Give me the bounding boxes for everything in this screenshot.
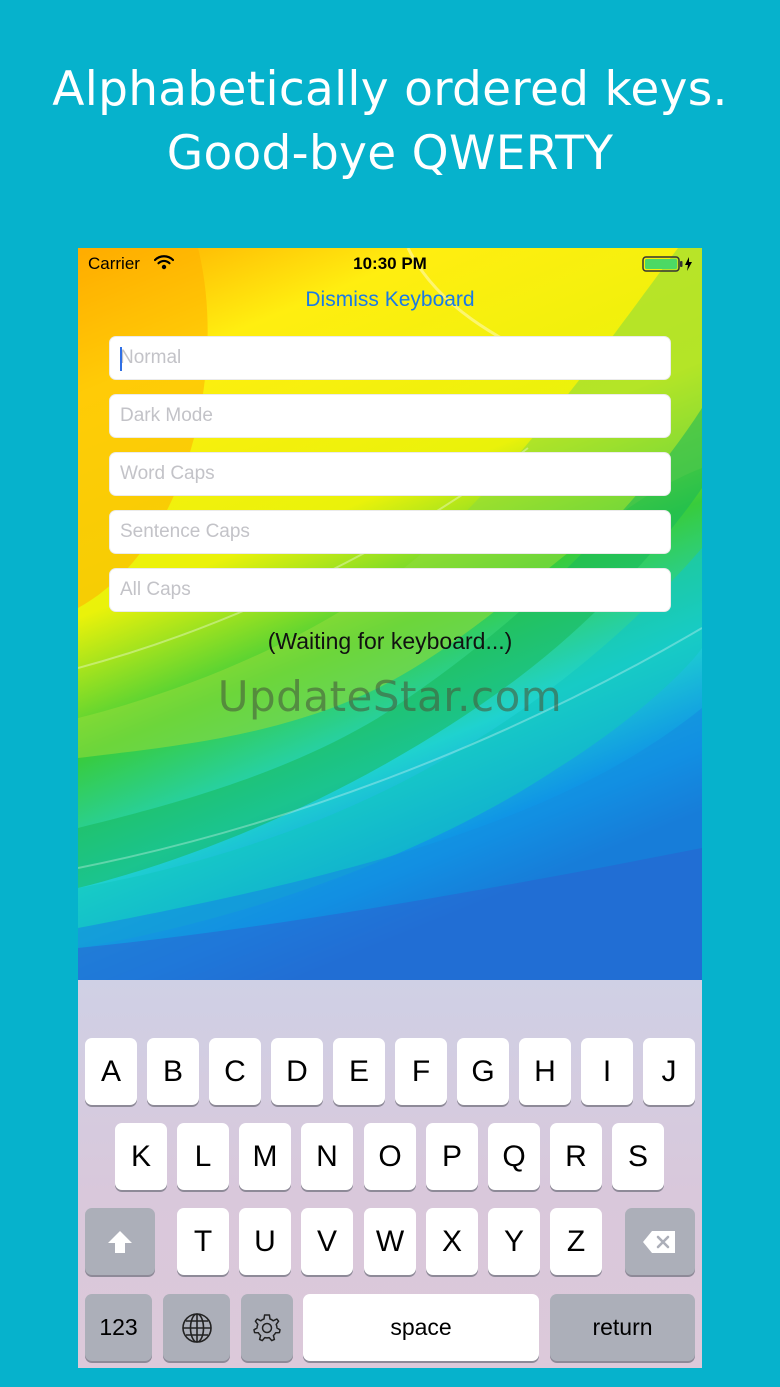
sentence-caps-input[interactable] — [110, 511, 670, 553]
return-key[interactable]: return — [550, 1294, 695, 1361]
key-w[interactable]: W — [364, 1208, 416, 1275]
dismiss-keyboard-button[interactable]: Dismiss Keyboard — [78, 288, 702, 312]
key-o[interactable]: O — [364, 1123, 416, 1190]
key-f[interactable]: F — [395, 1038, 447, 1105]
key-n[interactable]: N — [301, 1123, 353, 1190]
alphabetical-keyboard: A B C D E F G H I J K L M N O P Q R S T … — [78, 980, 702, 1368]
settings-key[interactable] — [241, 1294, 293, 1361]
key-a[interactable]: A — [85, 1038, 137, 1105]
status-bar: Carrier 10:30 PM — [78, 248, 702, 280]
key-u[interactable]: U — [239, 1208, 291, 1275]
headline-line-2: Good-bye QWERTY — [166, 126, 614, 181]
shift-key[interactable] — [85, 1208, 155, 1275]
globe-key[interactable] — [163, 1294, 230, 1361]
key-j[interactable]: J — [643, 1038, 695, 1105]
normal-input[interactable] — [110, 337, 670, 379]
key-b[interactable]: B — [147, 1038, 199, 1105]
word-caps-input[interactable] — [110, 453, 670, 495]
backspace-icon — [643, 1230, 675, 1253]
space-key[interactable]: space — [303, 1294, 539, 1361]
key-t[interactable]: T — [177, 1208, 229, 1275]
globe-icon — [181, 1312, 212, 1343]
shift-arrow-icon — [108, 1230, 132, 1253]
headline-line-1: Alphabetically ordered keys. — [52, 62, 728, 117]
text-cursor — [120, 347, 122, 371]
word-caps-field[interactable] — [109, 452, 671, 496]
normal-field[interactable] — [109, 336, 671, 380]
key-d[interactable]: D — [271, 1038, 323, 1105]
phone-screen: Carrier 10:30 PM Dismiss Keyboard Normal… — [78, 248, 702, 1368]
gear-icon — [253, 1313, 281, 1341]
waiting-status-text: (Waiting for keyboard...) — [267, 628, 513, 654]
dark-mode-field[interactable] — [109, 394, 671, 438]
headline: Alphabetically ordered keys. Good-bye QW… — [0, 58, 780, 186]
delete-key[interactable] — [625, 1208, 695, 1275]
key-z[interactable]: Z — [550, 1208, 602, 1275]
key-x[interactable]: X — [426, 1208, 478, 1275]
key-c[interactable]: C — [209, 1038, 261, 1105]
watermark: UpdateStar.com — [217, 672, 563, 721]
key-p[interactable]: P — [426, 1123, 478, 1190]
key-m[interactable]: M — [239, 1123, 291, 1190]
key-y[interactable]: Y — [488, 1208, 540, 1275]
all-caps-input[interactable] — [110, 569, 670, 611]
key-h[interactable]: H — [519, 1038, 571, 1105]
numbers-key[interactable]: 123 — [85, 1294, 152, 1361]
key-l[interactable]: L — [177, 1123, 229, 1190]
dark-mode-input[interactable] — [110, 395, 670, 437]
key-q[interactable]: Q — [488, 1123, 540, 1190]
key-e[interactable]: E — [333, 1038, 385, 1105]
key-r[interactable]: R — [550, 1123, 602, 1190]
all-caps-field[interactable] — [109, 568, 671, 612]
sentence-caps-field[interactable] — [109, 510, 671, 554]
battery-charging-icon — [642, 256, 694, 277]
key-i[interactable]: I — [581, 1038, 633, 1105]
key-s[interactable]: S — [612, 1123, 664, 1190]
key-k[interactable]: K — [115, 1123, 167, 1190]
status-time: 10:30 PM — [353, 254, 427, 273]
key-g[interactable]: G — [457, 1038, 509, 1105]
key-v[interactable]: V — [301, 1208, 353, 1275]
